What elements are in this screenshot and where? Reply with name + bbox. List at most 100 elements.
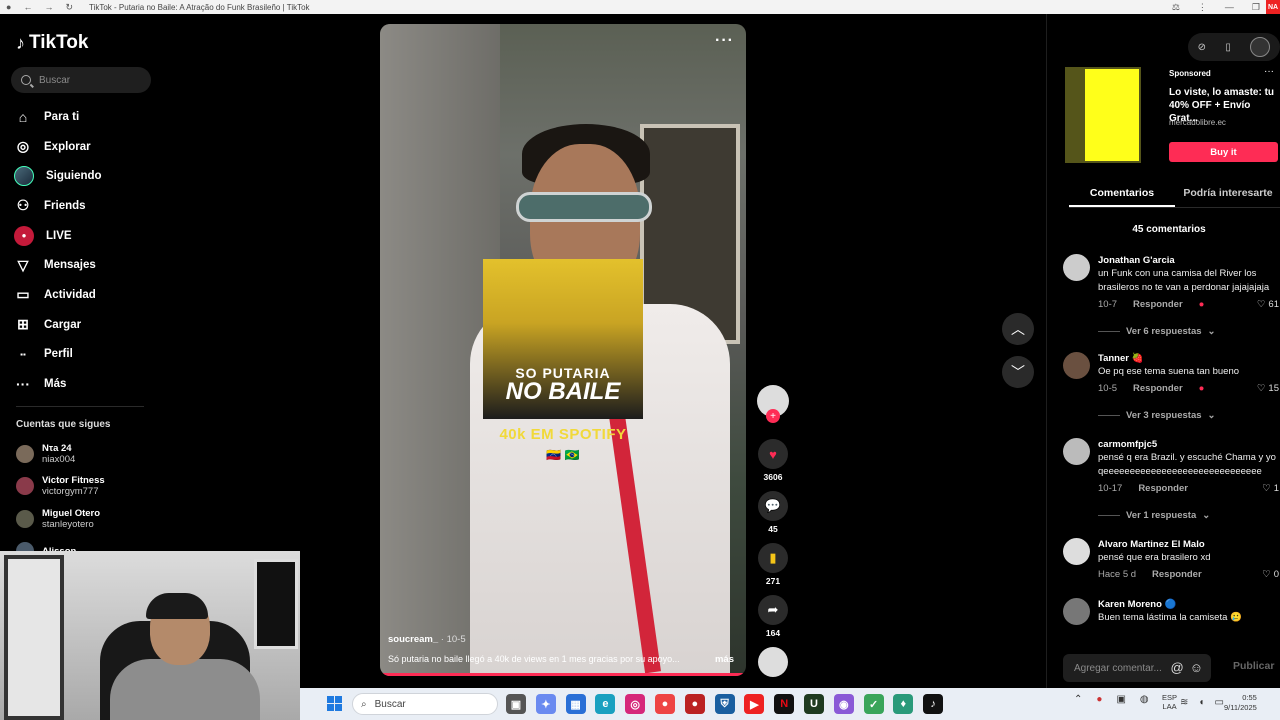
video-progress-bar[interactable] [380,673,746,676]
follow-plus-icon[interactable]: + [766,409,780,423]
language-indicator[interactable]: ESP LAA [1162,693,1177,711]
share-icon: ➦ [758,595,788,625]
video-more-icon[interactable]: ··· [715,32,734,50]
battery-icon[interactable]: ▭ [1214,697,1223,708]
app-green-icon[interactable]: ✓ [863,694,884,714]
comment-like-button[interactable]: ♡ 1 [1262,483,1279,494]
extensions-icon[interactable]: ⚖ [1172,2,1180,13]
instagram-icon[interactable]: ◎ [625,694,646,714]
like-button[interactable]: ♥ 3606 [756,439,790,483]
following-item[interactable]: Nτa 24 niax004 [16,438,105,470]
ad-more-icon[interactable]: ··· [1264,66,1274,77]
edge-icon[interactable]: e [595,694,616,714]
view-replies-button[interactable]: Ver 3 respuestas ⌄ [1098,409,1280,421]
browser-menu-icon[interactable]: ⋮ [1198,2,1207,13]
next-video-button[interactable]: ﹀ [1002,356,1034,388]
avatar[interactable] [1063,538,1090,565]
wifi-icon[interactable]: ≋ [1180,697,1188,708]
bitwarden-icon[interactable]: ⛨ [714,694,735,714]
avatar[interactable] [1063,438,1090,465]
profile-avatar[interactable] [1250,37,1271,57]
sidebar-nav: ⌂ Para ti ◎ Explorar Siguiendo ⚇ Friends ● L… [14,102,102,399]
avatar[interactable] [1063,352,1090,379]
mention-icon[interactable]: @ [1171,660,1184,675]
sidebar-item-actividad[interactable]: ▭ Actividad [14,280,102,310]
reply-button[interactable]: Responder [1152,569,1202,580]
chrome-icon[interactable]: ● [654,694,675,714]
sidebar-item-mensajes[interactable]: ▽ Mensajes [14,250,102,280]
reply-button[interactable]: Responder [1133,383,1183,394]
caption-more-link[interactable]: más [715,654,734,665]
minimize-icon[interactable]: — [1225,2,1234,12]
comment-like-count: 0 [1273,568,1279,580]
taskbar-search[interactable]: ⌕ Buscar [352,693,498,715]
reply-button[interactable]: Responder [1133,299,1183,310]
coins-icon[interactable]: ⊘ [1198,42,1206,53]
sidebar-item-friends[interactable]: ⚇ Friends [14,191,102,221]
sidebar-item-live[interactable]: ● LIVE [14,221,102,251]
sound-disc[interactable] [756,647,790,677]
comment-like-button[interactable]: ♡ 61 [1257,299,1279,310]
emoji-icon[interactable]: ☺ [1190,660,1203,675]
reload-icon[interactable]: ↻ [65,2,73,13]
sidebar-item-siguiendo[interactable]: Siguiendo [14,161,102,191]
windows-start-icon[interactable] [327,696,342,711]
device-icon[interactable]: ▯ [1225,42,1231,53]
comment-author[interactable]: Alvaro Martinez El Malo [1098,538,1280,551]
avatar[interactable] [1063,254,1090,281]
sidebar-item-explorar[interactable]: ◎ Explorar [14,132,102,162]
volume-icon[interactable]: ◖ [1198,697,1204,708]
comment-text: Buen tema lástima la camiseta 🥲 [1098,612,1242,623]
sidebar-item-mas[interactable]: ··· Más [14,369,102,399]
save-button[interactable]: ▮ 271 [756,543,790,587]
tray-app-icon[interactable]: ● [1096,694,1102,705]
netflix-icon[interactable]: N [774,694,795,714]
avatar[interactable] [1063,598,1090,625]
video-author[interactable]: soucream_ · 10-5 [388,634,466,645]
comment-author[interactable]: carmomfpjc5 [1098,438,1280,451]
comment-input[interactable]: Agregar comentar... @ ☺ [1063,654,1211,682]
comment-author[interactable]: Tanner 🍓 [1098,352,1280,365]
video-player[interactable]: ··· SO PUTARIA NO BAILE 40k EM SPOTIFY 🇻… [380,24,746,676]
forward-icon[interactable]: → [44,2,53,13]
following-item[interactable]: Victor Fitness victorgym777 [16,470,105,502]
app-red-icon[interactable]: ● [684,694,705,714]
publish-button[interactable]: Publicar [1233,660,1274,672]
app-teal-icon[interactable]: ♦ [893,694,914,714]
browser-icon[interactable]: ◉ [833,694,854,714]
tiktok-taskbar-icon[interactable]: ♪ [923,694,944,714]
comment-like-button[interactable]: ♡ 15 [1257,383,1279,394]
ad-cta-button[interactable]: Buy it [1169,142,1278,162]
maximize-icon[interactable]: ❐ [1252,2,1260,13]
tray-app3-icon[interactable]: ◍ [1140,694,1149,705]
creator-avatar[interactable]: + [756,385,790,431]
sidebar-item-cargar[interactable]: ⊞ Cargar [14,310,102,340]
comment-author[interactable]: Jonathan G'arcia [1098,254,1280,267]
upwork-icon[interactable]: U [803,694,824,714]
tray-app2-icon[interactable]: ▣ [1116,694,1125,705]
chevron-up-icon[interactable]: ⌃ [1074,694,1082,705]
ad-image[interactable] [1065,67,1141,163]
reply-button[interactable]: Responder [1138,483,1188,494]
comment-author[interactable]: Karen Moreno 🔵 [1098,598,1280,611]
tab-comentarios[interactable]: Comentarios [1069,180,1175,207]
share-button[interactable]: ➦ 164 [756,595,790,639]
store-icon[interactable]: ▦ [565,694,586,714]
comment-button[interactable]: 💬 45 [756,491,790,535]
sidebar-item-perfil[interactable]: ▪▪ Perfil [14,340,102,370]
tab-podria-interesarte[interactable]: Podría interesarte [1175,180,1280,207]
tiktok-logo[interactable]: ♪ TikTok [16,32,88,54]
view-replies-button[interactable]: Ver 6 respuestas ⌄ [1098,325,1280,337]
comment-like-button[interactable]: ♡ 0 [1262,569,1279,580]
copilot-icon[interactable]: ✦ [535,694,556,714]
view-replies-button[interactable]: Ver 1 respuesta ⌄ [1098,509,1280,521]
previous-video-button[interactable]: ︿ [1002,313,1034,345]
youtube-icon[interactable]: ▶ [744,694,765,714]
following-item[interactable]: Miguel Otero stanleyotero [16,503,105,535]
search-input[interactable]: Buscar [11,67,151,93]
taskview-icon[interactable]: ▣ [506,694,526,714]
back-icon[interactable]: ← [23,2,32,13]
clock[interactable]: 0:55 9/11/2025 [1224,693,1257,713]
avatar [16,477,34,496]
sidebar-item-para-ti[interactable]: ⌂ Para ti [14,102,102,132]
